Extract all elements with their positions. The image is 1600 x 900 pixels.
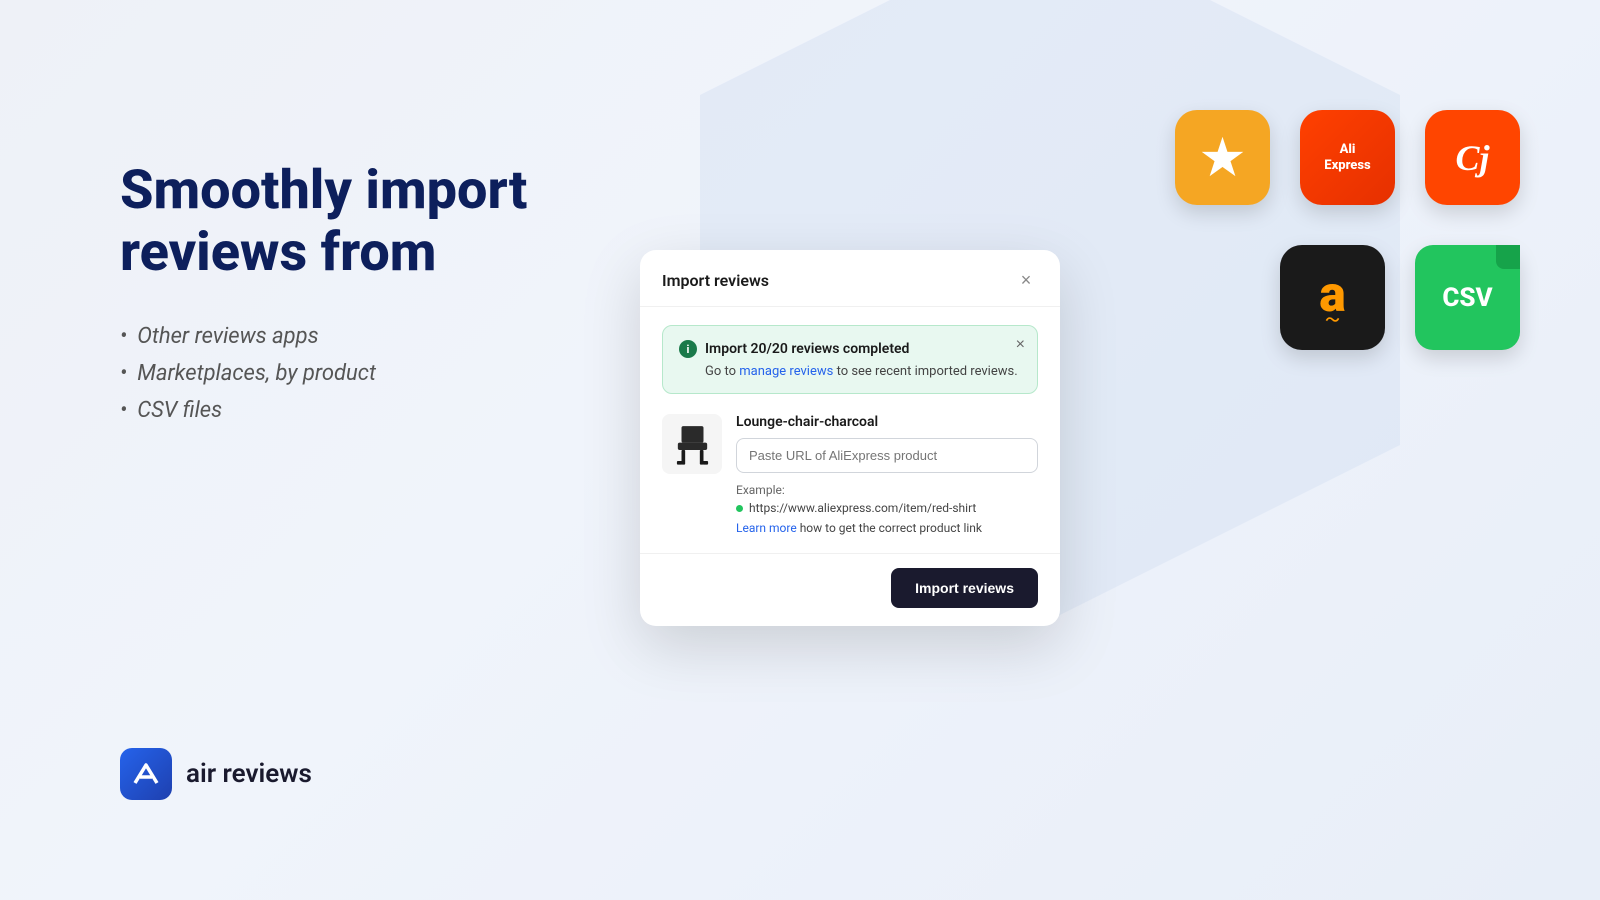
logo-svg <box>131 759 161 789</box>
chair-svg <box>665 417 720 472</box>
cj-icon: Cj <box>1425 110 1520 205</box>
csv-icon: CSV <box>1415 245 1520 350</box>
url-input[interactable] <box>736 438 1038 473</box>
icon-row-top: ★ AliExpress Cj <box>1175 110 1520 205</box>
learn-more-text: Learn more how to get the correct produc… <box>736 521 1038 535</box>
list-item: Marketplaces, by product <box>120 361 620 386</box>
feature-list: Other reviews apps Marketplaces, by prod… <box>120 324 620 423</box>
example-label: Example: <box>736 483 1038 497</box>
logo-section: air reviews <box>120 748 312 800</box>
product-row: Lounge-chair-charcoal Example: https://w… <box>662 414 1038 535</box>
dialog-header: Import reviews × <box>640 250 1060 307</box>
amazon-icon: a 〜 <box>1280 245 1385 350</box>
aliexpress-icon: AliExpress <box>1300 110 1395 205</box>
success-header: i Import 20/20 reviews completed <box>679 340 1021 358</box>
product-image <box>662 414 722 474</box>
trustpilot-icon: ★ <box>1175 110 1270 205</box>
example-section: Example: https://www.aliexpress.com/item… <box>736 483 1038 535</box>
info-icon: i <box>679 340 697 358</box>
import-dialog: Import reviews × i Import 20/20 reviews … <box>640 250 1060 626</box>
product-details: Lounge-chair-charcoal Example: https://w… <box>736 414 1038 535</box>
left-section: Smoothly import reviews from Other revie… <box>120 160 620 435</box>
dialog-close-button[interactable]: × <box>1014 268 1038 292</box>
list-item: CSV files <box>120 398 620 423</box>
list-item: Other reviews apps <box>120 324 620 349</box>
logo-icon <box>120 748 172 800</box>
logo-text: air reviews <box>186 759 312 789</box>
dialog-title: Import reviews <box>662 271 769 290</box>
success-body: Go to manage reviews to see recent impor… <box>679 364 1021 379</box>
success-banner-close-button[interactable]: × <box>1016 336 1025 354</box>
example-url: https://www.aliexpress.com/item/red-shir… <box>736 501 1038 515</box>
main-headline: Smoothly import reviews from <box>120 160 620 284</box>
dialog-footer: Import reviews <box>640 553 1060 626</box>
import-dialog-wrapper: Import reviews × i Import 20/20 reviews … <box>640 250 1060 626</box>
icons-area: ★ AliExpress Cj a 〜 CSV <box>1175 110 1520 380</box>
success-title: Import 20/20 reviews completed <box>705 341 909 357</box>
icon-row-bottom: a 〜 CSV <box>1175 235 1520 350</box>
learn-more-link[interactable]: Learn more <box>736 521 797 535</box>
page-wrapper: Smoothly import reviews from Other revie… <box>0 0 1600 900</box>
green-dot <box>736 505 743 512</box>
dialog-body: i Import 20/20 reviews completed Go to m… <box>640 307 1060 553</box>
product-name: Lounge-chair-charcoal <box>736 414 1038 430</box>
import-reviews-button[interactable]: Import reviews <box>891 568 1038 608</box>
manage-reviews-link[interactable]: manage reviews <box>739 364 833 379</box>
success-banner: i Import 20/20 reviews completed Go to m… <box>662 325 1038 394</box>
